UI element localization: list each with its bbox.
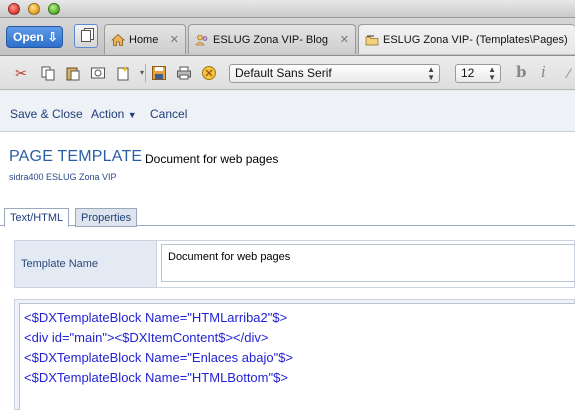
page-title: PAGE TEMPLATE xyxy=(9,148,143,165)
copy-icon[interactable] xyxy=(40,65,56,81)
font-family-select[interactable]: Default Sans Serif ▲ ▼ xyxy=(229,64,440,83)
code-line: <div id="main"><$DXItemContent$></div> xyxy=(24,330,269,345)
template-name-label: Template Name xyxy=(15,241,157,287)
action-menu-button[interactable]: Action ▼ xyxy=(91,107,137,121)
italic-button[interactable]: i xyxy=(541,63,546,81)
insert-image-icon[interactable] xyxy=(90,65,106,81)
tab-text-html[interactable]: Text/HTML xyxy=(4,208,70,227)
updown-arrows-icon: ▲ ▼ xyxy=(488,65,496,82)
chevron-down-icon: ▼ xyxy=(127,110,137,120)
content-tabs: Text/HTML Properties xyxy=(0,204,575,227)
paste-icon[interactable] xyxy=(65,65,81,81)
dropdown-arrow-icon[interactable]: ▾ xyxy=(134,65,150,81)
strikethrough-icon[interactable]: ⁄ xyxy=(561,65,575,81)
print-icon[interactable] xyxy=(176,65,192,81)
close-window-button[interactable] xyxy=(8,3,20,15)
save-close-button[interactable]: Save & Close xyxy=(10,107,83,121)
spellcheck-icon[interactable] xyxy=(201,65,217,81)
code-line: <$DXTemplateBlock Name="HTMLarriba2"$> xyxy=(24,310,288,325)
close-tab-icon[interactable]: ✕ xyxy=(170,33,179,46)
updown-arrows-icon: ▲ ▼ xyxy=(427,65,435,82)
tab-blog[interactable]: ESLUG Zona VIP- Blog ✕ xyxy=(188,24,356,54)
cancel-button[interactable]: Cancel xyxy=(150,107,187,121)
bold-button[interactable]: b xyxy=(516,63,527,81)
tab-home[interactable]: Home ✕ xyxy=(104,24,186,54)
font-size-select[interactable]: 12 ▲ ▼ xyxy=(455,64,501,83)
folder-icon xyxy=(365,33,379,47)
window-title-bar xyxy=(0,0,575,18)
html-editor-container: <$DXTemplateBlock Name="HTMLarriba2"$> <… xyxy=(14,299,575,410)
action-menu-label: Action xyxy=(91,107,125,121)
open-button[interactable]: Open ⇩ xyxy=(6,26,63,48)
pages-front-icon xyxy=(81,30,91,42)
tab-label: ESLUG Zona VIP- (Templates\Pages) xyxy=(383,33,568,46)
zoom-window-button[interactable] xyxy=(48,3,60,15)
code-line: <$DXTemplateBlock Name="Enlaces abajo"$> xyxy=(24,350,294,365)
download-arrow-icon: ⇩ xyxy=(47,30,58,44)
code-line: <$DXTemplateBlock Name="HTMLBottom"$> xyxy=(24,370,288,385)
font-size-value: 12 xyxy=(461,66,475,80)
page-description: Document for web pages xyxy=(145,152,279,166)
save-icon[interactable] xyxy=(151,65,167,81)
people-icon xyxy=(195,33,209,47)
close-tab-icon[interactable]: ✕ xyxy=(340,33,349,46)
document-content: PAGE TEMPLATE Document for web pages sid… xyxy=(0,132,575,410)
html-code-editor[interactable]: <$DXTemplateBlock Name="HTMLarriba2"$> <… xyxy=(19,303,575,410)
house-icon xyxy=(111,33,125,47)
toolbar-separator xyxy=(145,64,146,82)
template-name-row: Template Name Document for web pages xyxy=(14,240,575,288)
font-family-value: Default Sans Serif xyxy=(235,66,332,80)
new-document-icon[interactable] xyxy=(115,65,131,81)
cut-icon[interactable]: ✂ xyxy=(13,65,29,81)
template-name-input[interactable]: Document for web pages xyxy=(161,244,575,282)
tab-label: Home xyxy=(129,33,159,46)
page-subtitle: sidra400 ESLUG Zona VIP xyxy=(9,172,117,182)
tab-templates-pages[interactable]: ESLUG Zona VIP- (Templates\Pages) xyxy=(358,24,575,54)
editor-toolbar: ✂ ▾ Default Sans Serif ▲ ▼ 12 ▲ ▼ b i ⁄ xyxy=(0,56,575,90)
action-bar: Save & Close Action ▼ Cancel xyxy=(0,91,575,132)
tab-properties[interactable]: Properties xyxy=(75,208,138,227)
open-button-label: Open xyxy=(13,30,44,44)
switch-windows-button[interactable] xyxy=(74,24,98,48)
tab-strip: Open ⇩ Home ✕ ESLUG Zona VIP- Blog ✕ ESL… xyxy=(0,18,575,56)
minimize-window-button[interactable] xyxy=(28,3,40,15)
tab-label: ESLUG Zona VIP- Blog xyxy=(213,33,328,46)
